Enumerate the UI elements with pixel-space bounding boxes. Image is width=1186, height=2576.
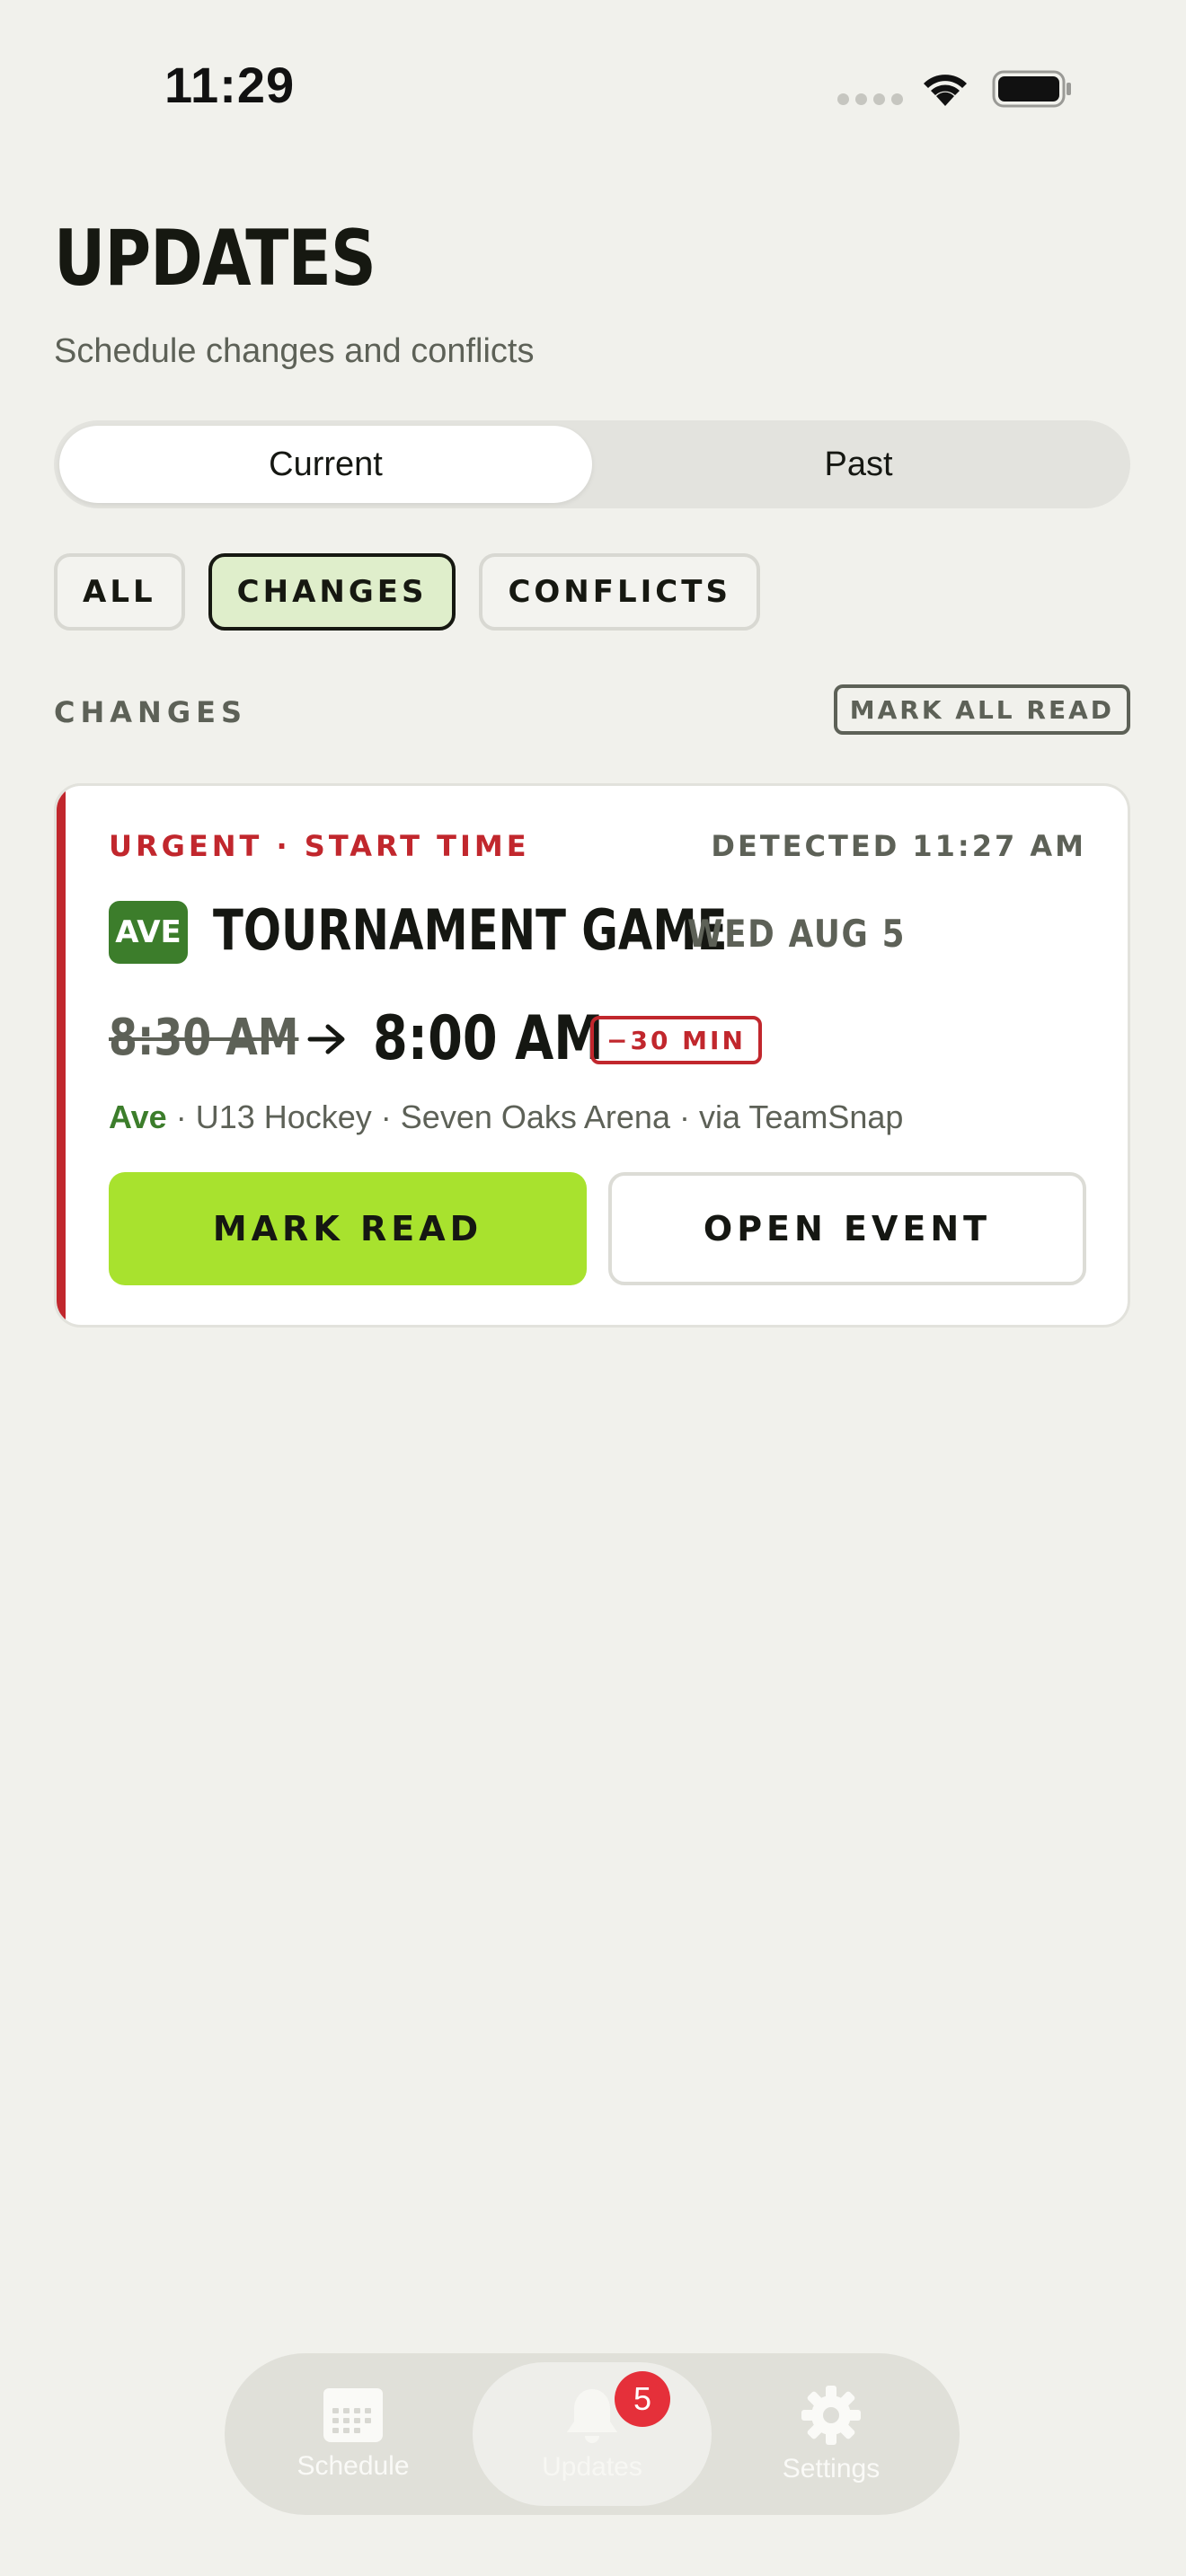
filter-changes-chip[interactable]: CHANGES (208, 553, 456, 631)
calendar-icon (323, 2388, 383, 2442)
tab-schedule[interactable]: Schedule (234, 2362, 473, 2506)
bell-icon (567, 2389, 617, 2443)
urgent-accent-bar (57, 786, 66, 1325)
tab-schedule-label: Schedule (296, 2451, 410, 2481)
event-date: WED AUG 5 (687, 912, 907, 956)
mark-all-read-button[interactable]: MARK ALL READ (833, 684, 1130, 735)
wifi-icon (924, 75, 967, 106)
tab-bar: Schedule Updates 5 Settings (225, 2353, 960, 2515)
segment-current[interactable]: Current (59, 426, 592, 503)
mark-read-button[interactable]: MARK READ (109, 1172, 587, 1285)
segment-past[interactable]: Past (592, 426, 1125, 503)
team-badge: AVE (109, 901, 188, 964)
event-title: TOURNAMENT GAME (213, 897, 728, 963)
status-bar: 11:29 (0, 0, 1186, 180)
team-name: Ave (109, 1098, 167, 1135)
time-segmented-control: Current Past (54, 420, 1130, 508)
event-details: · U13 Hockey · Seven Oaks Arena · via Te… (166, 1098, 904, 1135)
filter-chips: ALL CHANGES CONFLICTS (54, 553, 760, 631)
tab-updates[interactable]: Updates 5 (473, 2362, 712, 2506)
time-delta-badge: −30 MIN (590, 1016, 762, 1064)
new-start-time: 8:00 AM (373, 1003, 604, 1074)
open-event-button[interactable]: OPEN EVENT (608, 1172, 1086, 1285)
section-label: CHANGES (54, 695, 247, 729)
battery-icon (992, 70, 1071, 108)
status-time: 11:29 (164, 57, 296, 113)
cellular-signal-icon (837, 93, 903, 105)
update-card[interactable]: URGENT · START TIME DETECTED 11:27 AM AV… (54, 783, 1130, 1328)
old-start-time: 8:30 AM (109, 1009, 299, 1067)
urgency-tag: URGENT · START TIME (109, 829, 530, 863)
page-subtitle: Schedule changes and conflicts (54, 332, 535, 370)
filter-conflicts-chip[interactable]: CONFLICTS (479, 553, 760, 631)
tab-settings[interactable]: Settings (712, 2362, 951, 2506)
filter-all-chip[interactable]: ALL (54, 553, 185, 631)
event-meta: Ave · U13 Hockey · Seven Oaks Arena · vi… (109, 1098, 903, 1136)
page-title: UPDATES (54, 214, 376, 304)
tab-updates-label: Updates (542, 2452, 642, 2482)
updates-count-badge: 5 (615, 2371, 670, 2427)
detected-time: DETECTED 11:27 AM (711, 829, 1086, 863)
gear-icon (801, 2386, 861, 2445)
arrow-right-icon (307, 1024, 345, 1054)
tab-settings-label: Settings (782, 2454, 881, 2483)
